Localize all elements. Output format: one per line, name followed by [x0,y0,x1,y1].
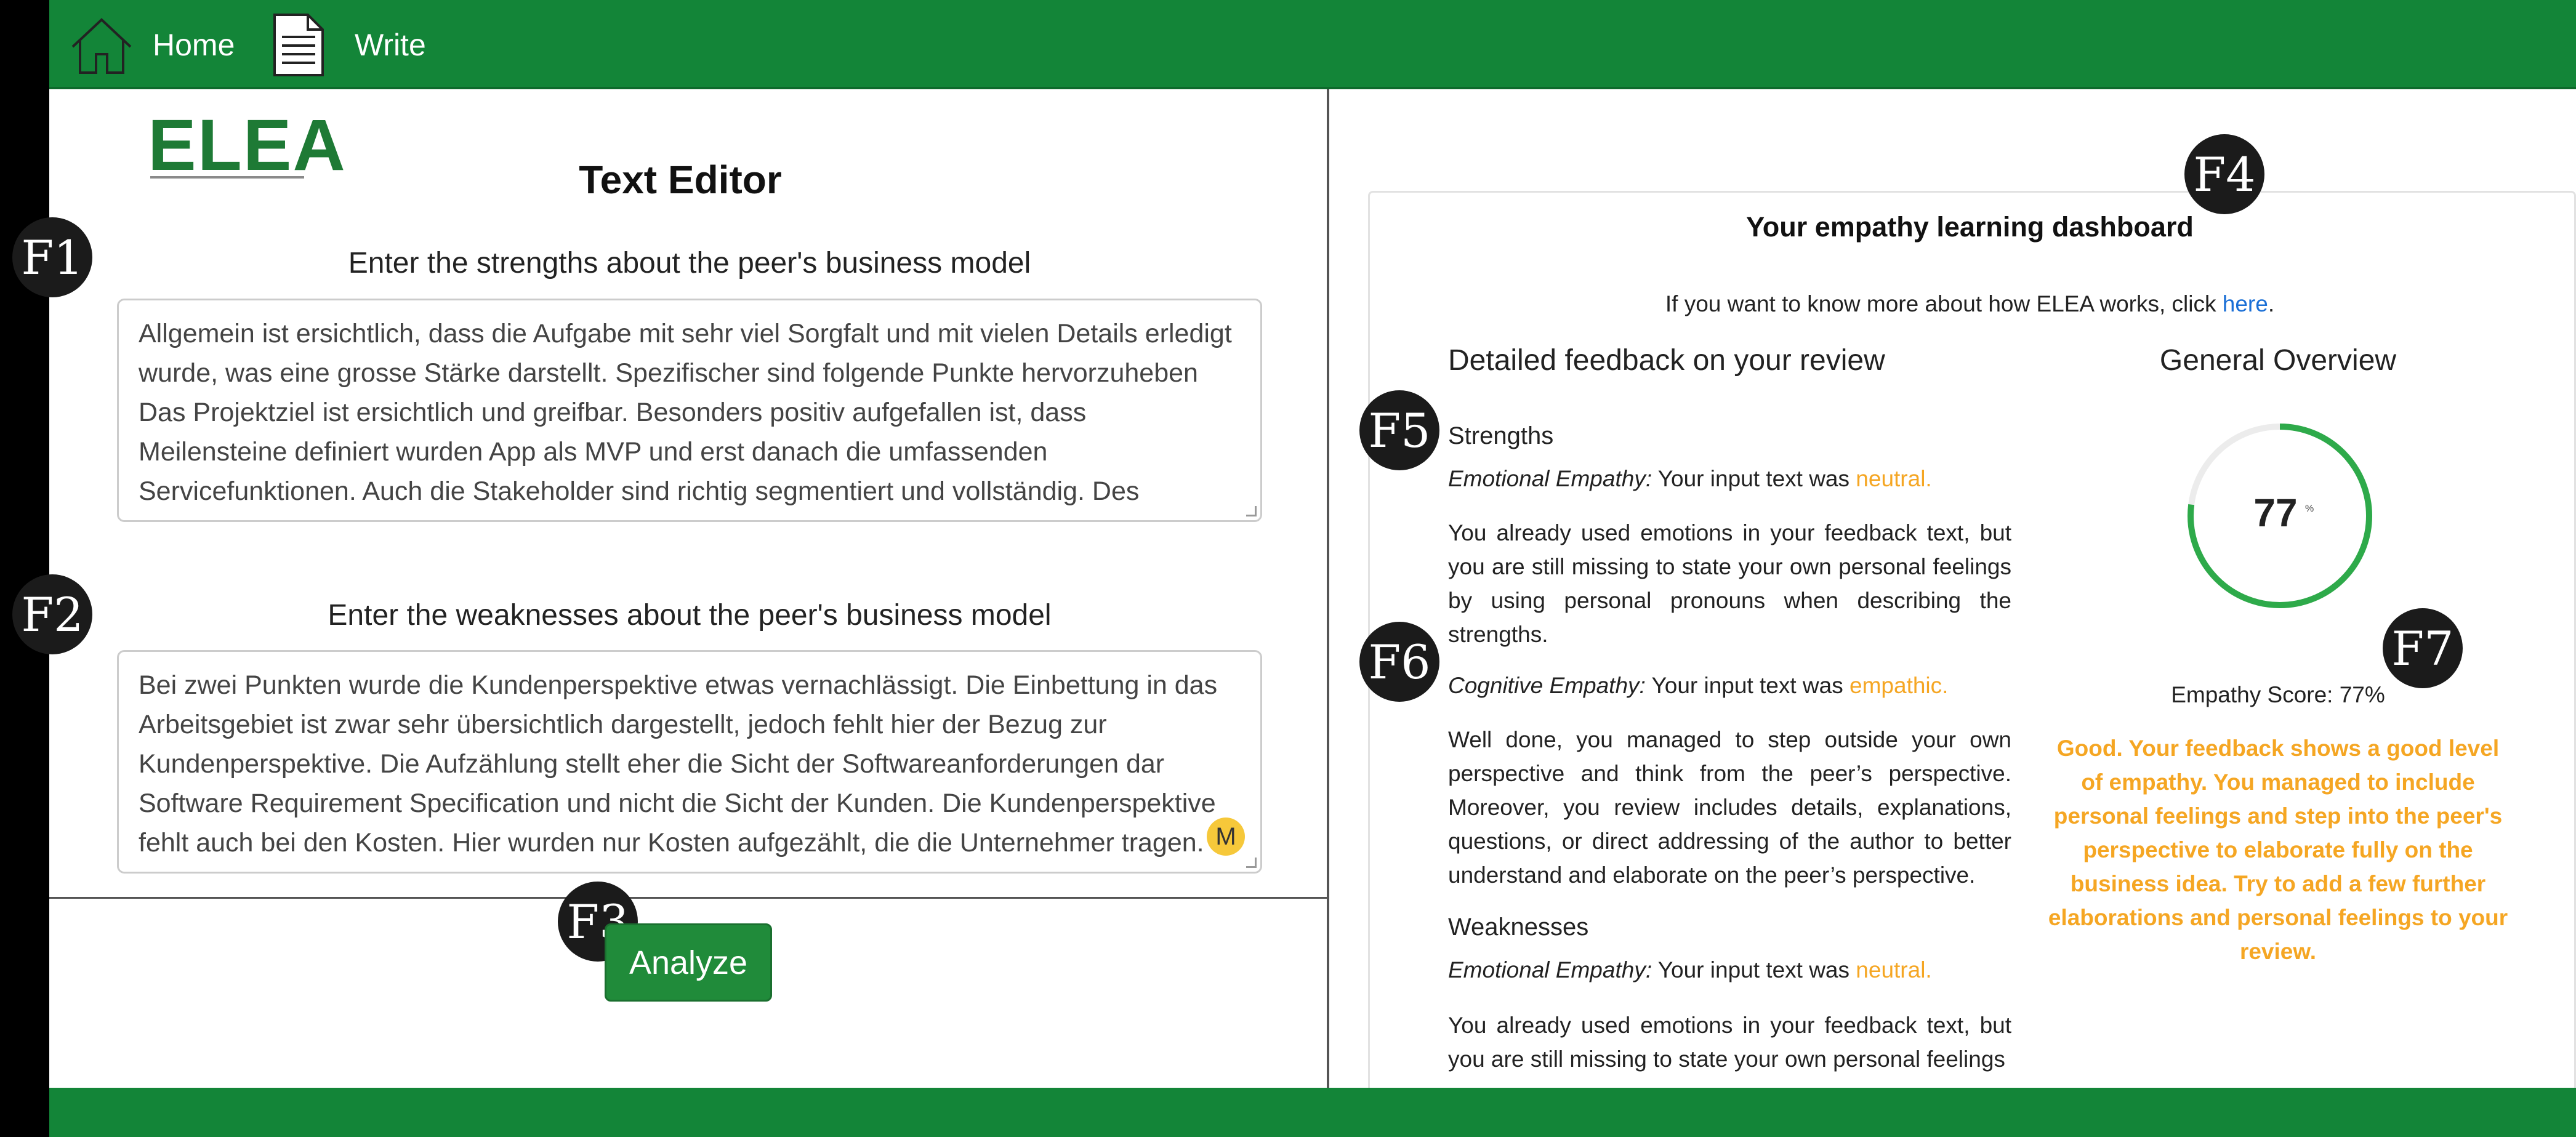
page-title: Text Editor [579,158,782,202]
strengths-label: Enter the strengths about the peer's bus… [348,247,1031,279]
gauge-unit: % [2305,504,2314,514]
panel-divider [1327,89,1329,1088]
editor-divider [49,897,1328,899]
emotional-result: neutral. [1856,466,1932,491]
strengths-text: Allgemein ist ersichtlich, dass die Aufg… [139,319,1232,506]
nav-home-label: Home [153,27,235,62]
left-edge-strip [0,0,49,1137]
weaknesses-text: Bei zwei Punkten wurde die Kundenperspek… [139,670,1218,858]
dashboard-title: Your empathy learning dashboard [1746,211,2194,243]
emotional-prefix: Your input text was [1657,957,1850,982]
marker-f6: F6 [1359,622,1439,702]
info-suffix: . [2268,291,2275,316]
gauge-value: 77 [2253,491,2297,535]
emotional-empathy-label: Emotional Empathy: [1448,466,1652,491]
marker-f5: F5 [1359,390,1439,470]
nav-home[interactable]: Home [68,0,235,89]
weaknesses-emotional-feedback: You already used emotions in your feedba… [1448,1013,2011,1072]
resize-handle[interactable] [1246,506,1257,516]
strengths-emotional-line: Emotional Empathy: Your input text was n… [1448,466,1932,492]
dashboard-info: If you want to know more about how ELEA … [1368,291,2572,317]
bottom-bar [49,1088,2576,1137]
marker-f1: F1 [12,217,92,297]
strengths-cognitive-feedback: Well done, you managed to step outside y… [1448,727,2011,888]
overall-feedback: Good. Your feedback shows a good level o… [2048,736,2508,964]
weaknesses-textarea[interactable]: Bei zwei Punkten wurde die Kundenperspek… [117,650,1262,874]
emotional-result: neutral. [1856,957,1932,982]
detailed-feedback-heading: Detailed feedback on your review [1448,344,1885,377]
strengths-heading: Strengths [1448,422,1554,449]
strengths-textarea[interactable]: Allgemein ist ersichtlich, dass die Aufg… [117,299,1262,522]
marker-f2: F2 [12,574,92,654]
nav-write-label: Write [355,27,426,62]
weaknesses-heading: Weaknesses [1448,914,1589,941]
marker-f4: F4 [2184,134,2264,214]
home-icon [71,17,132,74]
resize-handle[interactable] [1246,858,1257,868]
nav-write[interactable]: Write [271,0,426,89]
strengths-cognitive-line: Cognitive Empathy: Your input text was e… [1448,673,1948,699]
empathy-score-gauge: 77 % [2188,424,2372,608]
cognitive-empathy-label: Cognitive Empathy: [1448,673,1646,698]
cognitive-prefix: Your input text was [1651,673,1843,698]
cognitive-result: empathic. [1849,673,1949,698]
analyze-button[interactable]: Analyze [605,923,772,1002]
emotional-prefix: Your input text was [1657,466,1850,491]
weaknesses-label: Enter the weaknesses about the peer's bu… [328,599,1052,632]
emotional-empathy-label: Emotional Empathy: [1448,957,1652,982]
document-icon [273,13,324,76]
top-navbar: Home Write [49,0,2576,89]
weaknesses-emotional-line: Emotional Empathy: Your input text was n… [1448,957,1932,983]
empathy-score-label: Empathy Score: 77% [2171,682,2385,707]
info-text: If you want to know more about how ELEA … [1665,291,2223,316]
marker-f7: F7 [2383,608,2463,688]
grammar-badge[interactable]: M [1207,818,1245,856]
general-overview-heading: General Overview [2159,344,2397,377]
strengths-emotional-feedback: You already used emotions in your feedba… [1448,520,2011,647]
info-link[interactable]: here [2223,291,2268,316]
